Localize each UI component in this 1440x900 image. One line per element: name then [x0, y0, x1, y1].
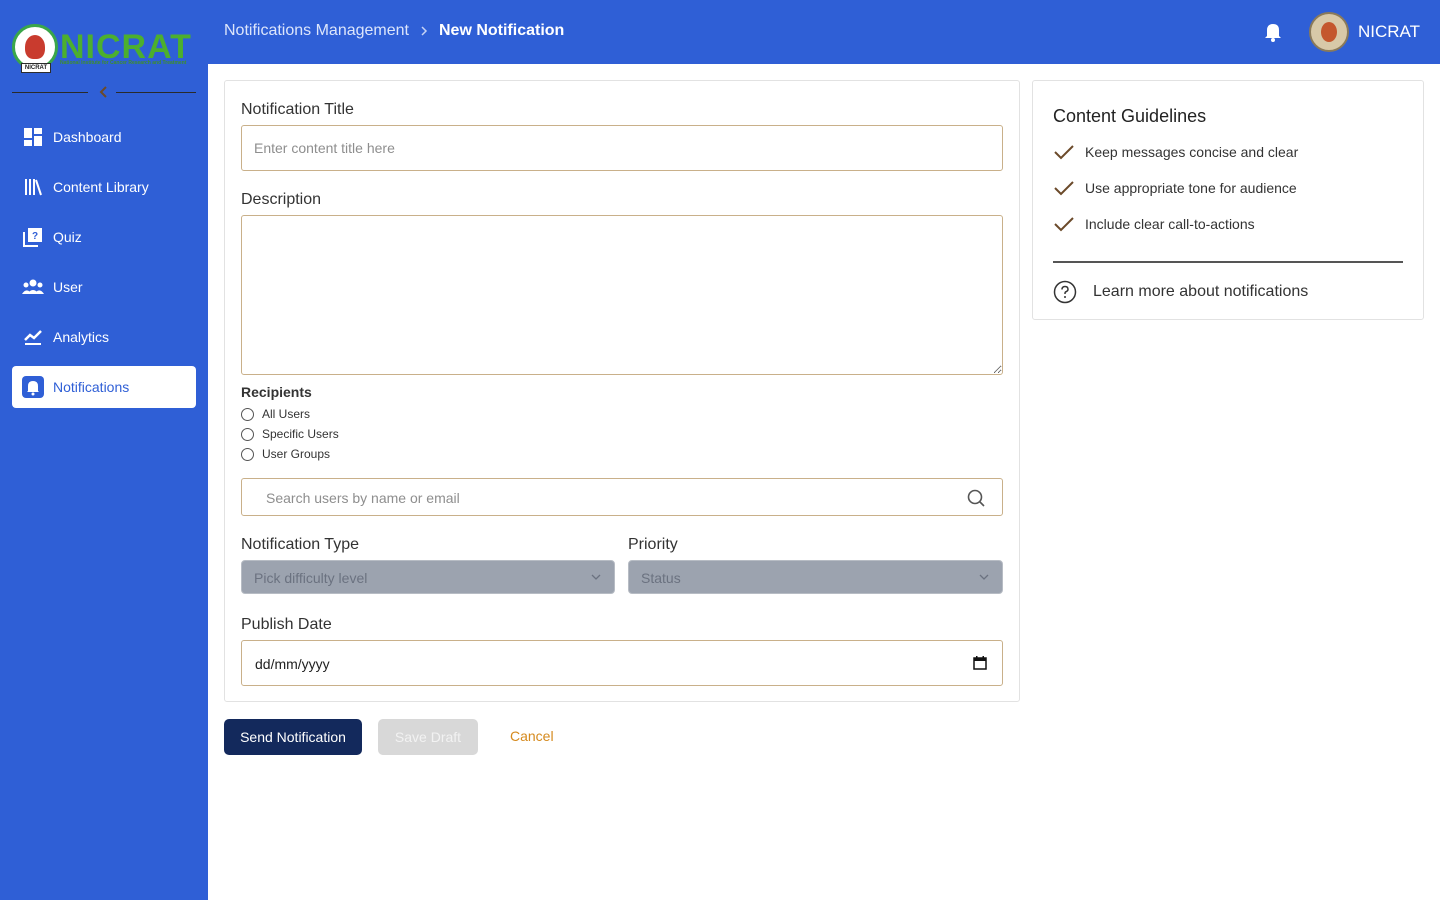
description-textarea[interactable]	[241, 215, 1003, 375]
radio-circle[interactable]	[241, 427, 254, 441]
notification-bell-icon[interactable]	[1262, 20, 1284, 42]
chevron-right-icon	[421, 26, 428, 36]
guideline-text: Use appropriate tone for audience	[1085, 180, 1297, 196]
radio-label: All Users	[262, 407, 311, 421]
notification-type-select[interactable]: Pick difficulty level	[241, 560, 615, 594]
sidebar-item-analytics[interactable]: Analytics	[12, 316, 196, 358]
publish-date-label: Publish Date	[241, 616, 332, 633]
breadcrumb-parent[interactable]: Notifications Management	[224, 22, 409, 40]
sidebar-item-label: Analytics	[53, 329, 110, 345]
notification-title-input[interactable]	[241, 125, 1003, 171]
sidebar-collapse[interactable]	[12, 82, 196, 102]
quiz-icon: ?	[22, 226, 44, 248]
user-search-input[interactable]: Search users by name or email	[241, 478, 1003, 516]
divider	[116, 92, 196, 93]
top-header: Notifications Management New Notificatio…	[208, 0, 1440, 64]
sidebar-item-label: Quiz	[53, 229, 82, 245]
sidebar-item-notifications[interactable]: Notifications	[12, 366, 196, 408]
chevron-down-icon	[591, 574, 601, 580]
sidebar: NICRAT NICRAT National Institute for Can…	[0, 0, 208, 900]
learn-more-link[interactable]: Learn more about notifications	[1053, 280, 1308, 304]
divider	[12, 92, 88, 93]
check-icon	[1054, 145, 1074, 160]
sidebar-item-label: Notifications	[53, 379, 130, 395]
avatar[interactable]	[1309, 12, 1349, 52]
recipients-label: Recipients	[241, 384, 312, 400]
analytics-icon	[22, 326, 44, 348]
library-icon	[22, 176, 44, 198]
learn-more-text: Learn more about notifications	[1093, 283, 1309, 300]
dashboard-icon	[22, 126, 44, 148]
description-label: Description	[241, 191, 322, 208]
seal-icon: NICRAT	[12, 24, 58, 73]
user-name[interactable]: NICRAT	[1358, 22, 1420, 42]
guideline-text: Include clear call-to-actions	[1085, 216, 1255, 232]
divider	[1053, 261, 1403, 263]
logo-subtitle: National Institute for Cancer Research a…	[60, 60, 187, 66]
content-guidelines-card: Content Guidelines Keep messages concise…	[1032, 80, 1424, 320]
sidebar-nav: Dashboard Content Library ? Quiz User An…	[12, 116, 196, 416]
radio-circle[interactable]	[241, 447, 254, 461]
radio-label: User Groups	[262, 447, 331, 461]
radio-user-groups[interactable]: User Groups	[241, 447, 330, 461]
search-placeholder: Search users by name or email	[266, 490, 460, 506]
chevron-down-icon	[979, 574, 989, 580]
svg-text:?: ?	[32, 231, 38, 242]
sidebar-item-label: Dashboard	[53, 129, 122, 145]
check-icon	[1054, 217, 1074, 232]
notification-form: Notification Title Description Recipient…	[224, 80, 1020, 702]
chevron-left-icon[interactable]	[97, 85, 111, 99]
calendar-icon[interactable]	[973, 656, 987, 670]
publish-date-input[interactable]: dd/mm/yyyy	[241, 640, 1003, 686]
select-value: Pick difficulty level	[254, 570, 368, 586]
save-draft-button[interactable]: Save Draft	[378, 719, 478, 755]
seal-tag: NICRAT	[21, 63, 51, 73]
search-icon[interactable]	[966, 488, 986, 508]
check-icon	[1054, 181, 1074, 196]
sidebar-item-dashboard[interactable]: Dashboard	[12, 116, 196, 158]
date-value: dd/mm/yyyy	[255, 656, 330, 672]
send-notification-button[interactable]: Send Notification	[224, 719, 362, 755]
select-value: Status	[641, 570, 681, 586]
users-icon	[22, 276, 44, 298]
guidelines-title: Content Guidelines	[1053, 106, 1207, 126]
breadcrumb: Notifications Management New Notificatio…	[224, 22, 564, 40]
sidebar-item-label: Content Library	[53, 179, 149, 195]
guideline-item: Include clear call-to-actions	[1053, 215, 1255, 233]
guideline-item: Keep messages concise and clear	[1053, 143, 1298, 161]
sidebar-item-label: User	[53, 279, 83, 295]
guideline-item: Use appropriate tone for audience	[1053, 179, 1297, 197]
sidebar-item-content-library[interactable]: Content Library	[12, 166, 196, 208]
title-label: Notification Title	[241, 101, 354, 118]
radio-label: Specific Users	[262, 427, 339, 441]
help-circle-icon	[1053, 280, 1077, 304]
type-label: Notification Type	[241, 536, 359, 553]
breadcrumb-current: New Notification	[438, 22, 565, 39]
radio-specific-users[interactable]: Specific Users	[241, 427, 339, 441]
sidebar-item-quiz[interactable]: ? Quiz	[12, 216, 196, 258]
radio-all-users[interactable]: All Users	[241, 407, 310, 421]
guideline-text: Keep messages concise and clear	[1085, 144, 1299, 160]
sidebar-item-user[interactable]: User	[12, 266, 196, 308]
radio-circle[interactable]	[241, 407, 254, 421]
cancel-button[interactable]: Cancel	[510, 728, 554, 744]
priority-label: Priority	[628, 536, 678, 553]
priority-select[interactable]: Status	[628, 560, 1003, 594]
bell-icon	[22, 376, 44, 398]
nicrat-logo[interactable]: NICRAT NICRAT National Institute for Can…	[12, 24, 198, 73]
